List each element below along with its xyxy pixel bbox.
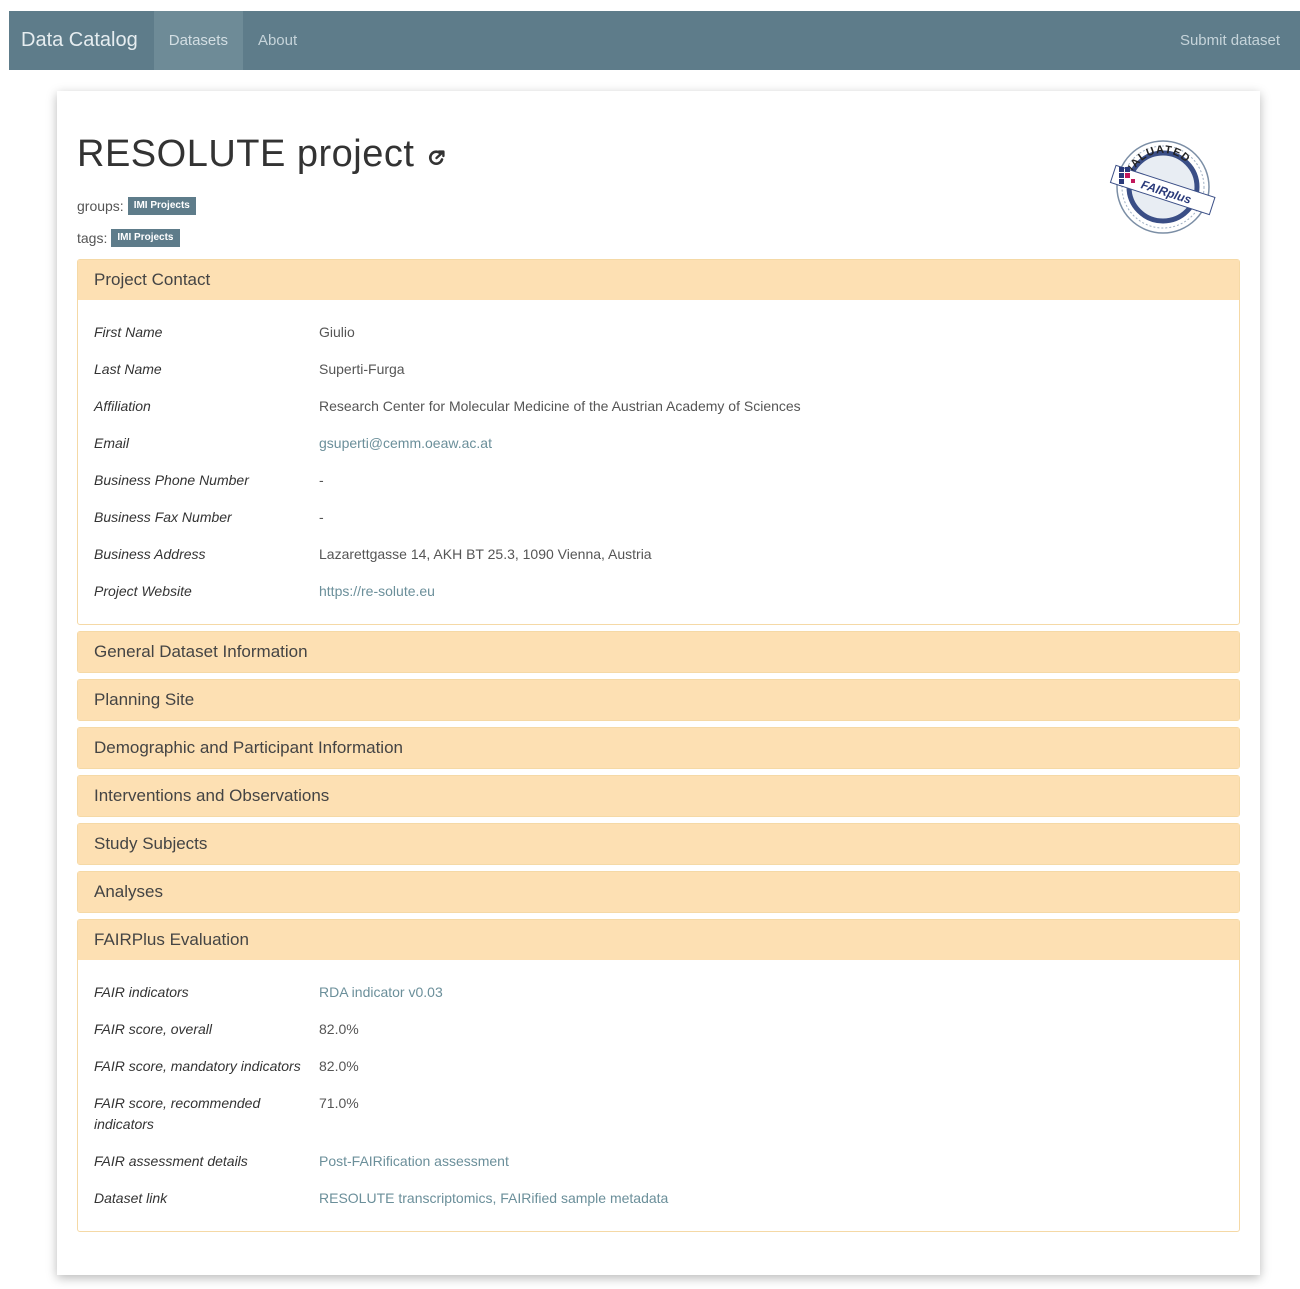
interventions-panel: Interventions and Observations — [77, 775, 1240, 817]
field-label: Affiliation — [94, 398, 151, 414]
study-subjects-panel: Study Subjects — [77, 823, 1240, 865]
field-value: 71.0% — [319, 1095, 359, 1111]
field-label: FAIR assessment details — [94, 1153, 248, 1169]
field-label: Email — [94, 435, 130, 451]
fair-row-indicators: FAIR indicators RDA indicator v0.03 — [94, 980, 1223, 1017]
field-label: Project Website — [94, 583, 192, 599]
planning-site-panel: Planning Site — [77, 679, 1240, 721]
field-value: 82.0% — [319, 1021, 359, 1037]
field-value: 82.0% — [319, 1058, 359, 1074]
field-label: FAIR score, overall — [94, 1021, 212, 1037]
project-contact-heading[interactable]: Project Contact — [78, 260, 1239, 300]
demographic-panel: Demographic and Participant Information — [77, 727, 1240, 769]
contact-row-affiliation: Affiliation Research Center for Molecula… — [94, 394, 1223, 431]
field-label: Dataset link — [94, 1190, 168, 1206]
assessment-link[interactable]: Post-FAIRification assessment — [319, 1149, 509, 1186]
field-value: Lazarettgasse 14, AKH BT 25.3, 1090 Vien… — [319, 546, 652, 562]
fair-row-assessment: FAIR assessment details Post-FAIRificati… — [94, 1149, 1223, 1186]
tags-label: tags: — [77, 230, 108, 246]
general-dataset-info-heading[interactable]: General Dataset Information — [78, 632, 1239, 672]
fairplus-evaluation-body: FAIR indicators RDA indicator v0.03 FAIR… — [78, 960, 1239, 1231]
email-link[interactable]: gsuperti@cemm.oeaw.ac.at — [319, 431, 492, 468]
fair-row-overall: FAIR score, overall 82.0% — [94, 1017, 1223, 1054]
general-dataset-info-panel: General Dataset Information — [77, 631, 1240, 673]
contact-row-first-name: First Name Giulio — [94, 320, 1223, 357]
external-link-icon[interactable] — [428, 149, 446, 167]
field-label: FAIR score, mandatory indicators — [94, 1058, 301, 1074]
nav-datasets[interactable]: Datasets — [153, 11, 243, 70]
top-navbar: Data Catalog Datasets About Submit datas… — [9, 11, 1300, 70]
field-label: Last Name — [94, 361, 162, 377]
submit-dataset-link[interactable]: Submit dataset — [1165, 11, 1300, 70]
field-label: Business Address — [94, 546, 206, 562]
fairplus-evaluated-badge: EVALUATED FAIRplus — [1109, 140, 1216, 234]
contact-row-email: Email gsuperti@cemm.oeaw.ac.at — [94, 431, 1223, 468]
rda-indicator-link[interactable]: RDA indicator v0.03 — [319, 980, 443, 1017]
dataset-link[interactable]: RESOLUTE transcriptomics, FAIRified samp… — [319, 1186, 668, 1223]
project-contact-panel: Project Contact First Name Giulio Last N… — [77, 259, 1240, 625]
tags-line: tags: IMI Projects — [77, 229, 180, 247]
page-title: RESOLUTE project — [77, 133, 415, 175]
project-card: RESOLUTE project groups: IMI Projects ta… — [57, 91, 1260, 1275]
contact-row-address: Business Address Lazarettgasse 14, AKH B… — [94, 542, 1223, 579]
contact-row-phone: Business Phone Number - — [94, 468, 1223, 505]
website-link[interactable]: https://re-solute.eu — [319, 579, 435, 616]
fairplus-evaluation-heading[interactable]: FAIRPlus Evaluation — [78, 920, 1239, 960]
field-value: - — [319, 509, 324, 525]
tag-tag[interactable]: IMI Projects — [111, 229, 180, 247]
analyses-heading[interactable]: Analyses — [78, 872, 1239, 912]
contact-row-website: Project Website https://re-solute.eu — [94, 579, 1223, 616]
groups-label: groups: — [77, 198, 124, 214]
analyses-panel: Analyses — [77, 871, 1240, 913]
fair-row-dataset-link: Dataset link RESOLUTE transcriptomics, F… — [94, 1186, 1223, 1223]
fair-row-recommended: FAIR score, recommended indicators 71.0% — [94, 1091, 1223, 1149]
nav-about[interactable]: About — [243, 11, 312, 70]
project-contact-body: First Name Giulio Last Name Superti-Furg… — [78, 300, 1239, 624]
study-subjects-heading[interactable]: Study Subjects — [78, 824, 1239, 864]
field-label: FAIR score, recommended indicators — [94, 1095, 261, 1132]
interventions-heading[interactable]: Interventions and Observations — [78, 776, 1239, 816]
field-label: FAIR indicators — [94, 984, 189, 1000]
field-value: - — [319, 472, 324, 488]
fair-row-mandatory: FAIR score, mandatory indicators 82.0% — [94, 1054, 1223, 1091]
field-label: Business Phone Number — [94, 472, 249, 488]
field-value: Giulio — [319, 324, 355, 340]
groups-line: groups: IMI Projects — [77, 197, 196, 215]
brand-link[interactable]: Data Catalog — [9, 11, 154, 70]
field-label: First Name — [94, 324, 163, 340]
contact-row-fax: Business Fax Number - — [94, 505, 1223, 542]
group-tag[interactable]: IMI Projects — [127, 197, 196, 215]
demographic-heading[interactable]: Demographic and Participant Information — [78, 728, 1239, 768]
contact-row-last-name: Last Name Superti-Furga — [94, 357, 1223, 394]
field-value: Superti-Furga — [319, 361, 405, 377]
fairplus-evaluation-panel: FAIRPlus Evaluation FAIR indicators RDA … — [77, 919, 1240, 1232]
field-value: Research Center for Molecular Medicine o… — [319, 398, 801, 414]
planning-site-heading[interactable]: Planning Site — [78, 680, 1239, 720]
field-label: Business Fax Number — [94, 509, 232, 525]
